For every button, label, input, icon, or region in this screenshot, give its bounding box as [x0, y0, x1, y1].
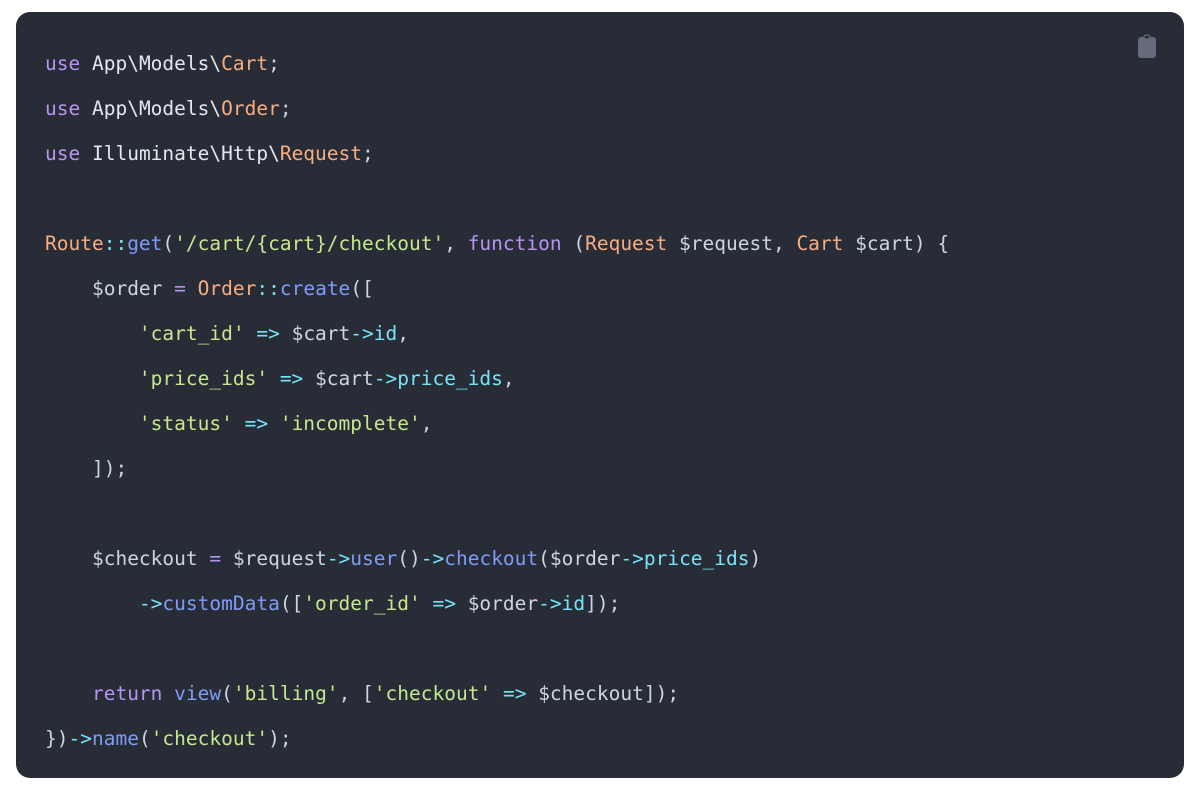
code-token: ) { — [913, 232, 950, 255]
code-token: price_ids — [397, 367, 503, 390]
code-token: id — [373, 322, 398, 345]
code-token: Route — [45, 232, 104, 255]
code-token: ( — [538, 547, 550, 570]
code-content-area: use App\Models\Cart; use App\Models\Orde… — [16, 12, 1184, 778]
code-token: $cart — [291, 322, 351, 345]
code-token: $order — [467, 592, 539, 615]
code-token: 'checkout' — [150, 727, 269, 750]
code-token: use — [45, 52, 81, 75]
code-token: , [ — [338, 682, 374, 705]
code-token: ]); — [91, 457, 128, 480]
code-token: user — [350, 547, 398, 570]
code-token: checkout — [444, 547, 539, 570]
code-token: use — [45, 97, 81, 120]
code-token: Cart — [796, 232, 844, 255]
code-token: ; — [362, 142, 374, 165]
code-token: }) — [45, 727, 69, 750]
code-token: 'billing' — [232, 682, 339, 705]
code-token: ; — [279, 97, 292, 120]
code-token: view — [174, 682, 222, 705]
code-token: get — [127, 232, 163, 255]
code-token: $request — [679, 232, 773, 255]
code-block-card: use App\Models\Cart; use App\Models\Orde… — [16, 12, 1184, 778]
source-code[interactable]: use App\Models\Cart; use App\Models\Orde… — [45, 41, 1160, 761]
code-token: Request — [279, 142, 363, 165]
code-token: , — [397, 322, 409, 345]
code-token: :: — [103, 232, 128, 255]
code-token: return — [91, 682, 163, 705]
code-token: $cart — [315, 367, 374, 390]
code-token: => — [244, 412, 269, 435]
code-token: = — [209, 547, 222, 570]
code-token: function — [467, 232, 562, 255]
code-token: , — [772, 232, 797, 255]
code-token: 'cart_id' — [138, 322, 245, 345]
code-token: 'order_id' — [303, 592, 421, 615]
code-token: ( — [221, 682, 233, 705]
code-token: ( — [561, 232, 586, 255]
code-token: -> — [620, 547, 644, 570]
code-token: :: — [256, 277, 280, 300]
code-token: -> — [420, 547, 445, 570]
code-token: => — [256, 322, 280, 345]
code-token: $request — [232, 547, 327, 570]
code-token: 'status' — [138, 412, 233, 435]
code-token: -> — [68, 727, 92, 750]
code-token: Illuminate\Http\ — [91, 142, 280, 165]
code-token: App\Models\ — [91, 52, 222, 75]
code-token: Order — [221, 97, 280, 120]
code-token: 'checkout' — [373, 682, 492, 705]
code-token: => — [279, 367, 304, 390]
code-token: -> — [373, 367, 398, 390]
code-token: -> — [538, 592, 562, 615]
code-token: -> — [138, 592, 163, 615]
code-token: $order — [91, 277, 163, 300]
code-token: = — [174, 277, 186, 300]
code-token: price_ids — [643, 547, 750, 570]
code-token: Cart — [221, 52, 269, 75]
code-token: , — [420, 412, 433, 435]
code-token: ; — [268, 52, 280, 75]
code-token: name — [91, 727, 139, 750]
code-token: , — [444, 232, 468, 255]
code-token: $order — [549, 547, 621, 570]
code-token: '/cart/{cart}/checkout' — [174, 232, 445, 255]
code-token: ( — [162, 232, 175, 255]
code-token: id — [561, 592, 586, 615]
code-token: ]); — [585, 592, 621, 615]
code-token: ( — [138, 727, 151, 750]
code-token: () — [397, 547, 421, 570]
code-token: $checkout — [91, 547, 198, 570]
code-token: $checkout — [538, 682, 644, 705]
code-token: => — [432, 592, 456, 615]
code-token: 'incomplete' — [279, 412, 421, 435]
code-token: use — [45, 142, 81, 165]
code-token: Order — [197, 277, 257, 300]
code-token: $cart — [855, 232, 914, 255]
code-token: ]); — [643, 682, 680, 705]
code-token: -> — [326, 547, 351, 570]
code-token: App\Models\ — [91, 97, 222, 120]
code-token: ([ — [350, 277, 374, 300]
code-token: ); — [268, 727, 292, 750]
code-token: 'price_ids' — [138, 367, 269, 390]
code-token: Request — [585, 232, 668, 255]
code-token: , — [502, 367, 515, 390]
code-token: customData — [162, 592, 280, 615]
code-token: ([ — [279, 592, 304, 615]
code-token: ) — [749, 547, 762, 570]
code-token: create — [279, 277, 351, 300]
code-token: => — [502, 682, 527, 705]
code-token: -> — [350, 322, 374, 345]
